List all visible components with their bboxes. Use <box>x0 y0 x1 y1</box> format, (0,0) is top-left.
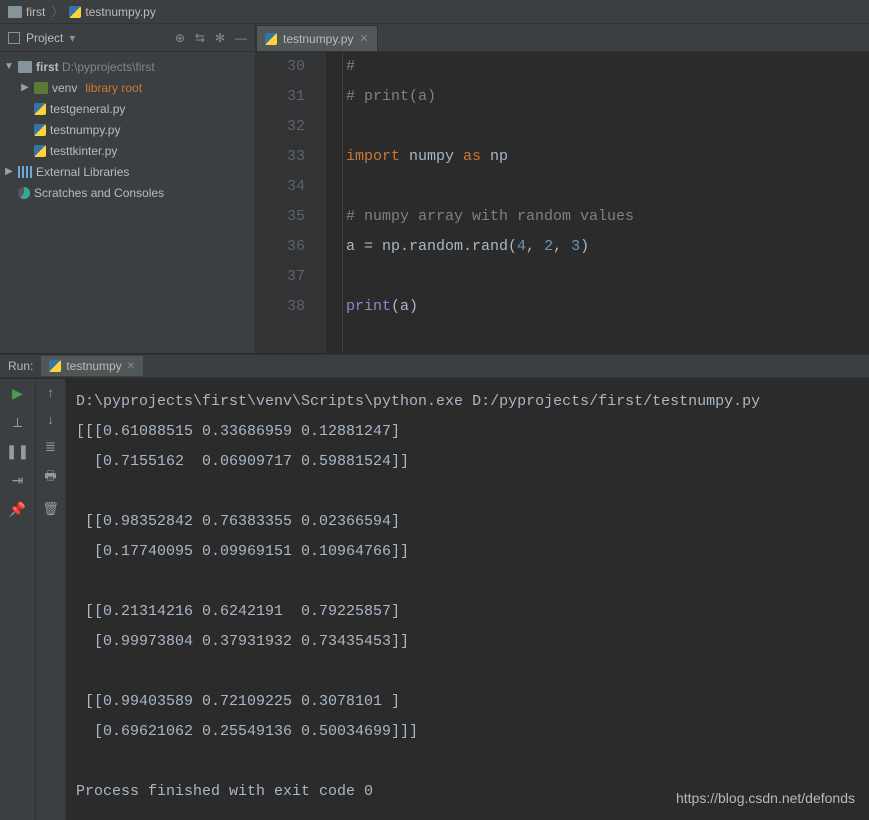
folder-icon <box>34 82 48 94</box>
pin-icon[interactable]: 📌 <box>9 501 26 518</box>
close-icon[interactable]: ✕ <box>359 32 368 45</box>
wrap-icon[interactable]: ≣ <box>45 439 56 455</box>
python-file-icon <box>34 103 46 115</box>
breadcrumb-root[interactable]: first <box>8 5 45 19</box>
python-file-icon <box>34 145 46 157</box>
editor-tabs: testnumpy.py ✕ <box>256 24 869 52</box>
tree-file[interactable]: testgeneral.py <box>0 98 255 119</box>
run-label: Run: <box>8 359 33 373</box>
python-file-icon <box>34 124 46 136</box>
python-file-icon <box>69 6 81 18</box>
project-tool-window: Project ▾ ⊕ ⇆ ✻ — ▼ first D:\pyprojects\… <box>0 24 256 353</box>
project-title: Project <box>26 31 63 45</box>
watermark: https://blog.csdn.net/defonds <box>676 790 855 806</box>
venv-tag: library root <box>85 81 142 95</box>
close-icon[interactable]: ✕ <box>127 361 135 372</box>
tree-venv[interactable]: ▶ venv library root <box>0 77 255 98</box>
code-content[interactable]: ## print(a)import numpy as np# numpy arr… <box>326 52 869 353</box>
tree-file[interactable]: testnumpy.py <box>0 119 255 140</box>
file-label: testnumpy.py <box>50 123 120 137</box>
run-panel-header: Run: testnumpy ✕ <box>0 354 869 378</box>
folder-icon <box>8 6 22 18</box>
tree-file[interactable]: testtkinter.py <box>0 140 255 161</box>
project-panel-header: Project ▾ ⊕ ⇆ ✻ — <box>0 24 255 52</box>
code-area[interactable]: 303132333435363738 ## print(a)import num… <box>256 52 869 353</box>
breadcrumb: first 〉 testnumpy.py <box>0 0 869 24</box>
venv-name: venv <box>52 81 77 95</box>
breadcrumb-file[interactable]: testnumpy.py <box>69 5 155 19</box>
breadcrumb-file-label: testnumpy.py <box>85 5 155 19</box>
run-toolbar-secondary: ↑ ↓ ≣ 🖶 🗑 <box>36 379 66 820</box>
caret-right-icon[interactable]: ▶ <box>4 166 14 177</box>
tab-label: testnumpy.py <box>283 32 353 46</box>
console-output[interactable]: D:\pyprojects\first\venv\Scripts\python.… <box>66 379 869 820</box>
editor-tab-active[interactable]: testnumpy.py ✕ <box>256 25 378 51</box>
trash-icon[interactable]: 🗑 <box>42 501 59 517</box>
print-icon[interactable]: 🖶 <box>44 467 56 489</box>
tree-external-libs[interactable]: ▶ External Libraries <box>0 161 255 182</box>
folder-icon <box>18 61 32 73</box>
locate-icon[interactable]: ⊕ <box>175 31 185 45</box>
settings-icon[interactable]: ✻ <box>215 31 225 45</box>
run-toolbar-primary: ▶ ⟂ ❚❚ ⇥ 📌 <box>0 379 36 820</box>
project-tree: ▼ first D:\pyprojects\first ▶ venv libra… <box>0 52 255 207</box>
external-label: External Libraries <box>36 165 129 179</box>
root-name: first <box>36 60 59 74</box>
breadcrumb-root-label: first <box>26 5 45 19</box>
tree-root[interactable]: ▼ first D:\pyprojects\first <box>0 56 255 77</box>
up-icon[interactable]: ↑ <box>47 385 54 400</box>
project-icon <box>8 32 20 44</box>
dropdown-icon[interactable]: ▾ <box>69 31 75 45</box>
pause-icon[interactable]: ❚❚ <box>6 443 29 460</box>
hide-icon[interactable]: — <box>235 31 247 45</box>
caret-right-icon[interactable]: ▶ <box>20 82 30 93</box>
python-file-icon <box>265 33 277 45</box>
run-tab[interactable]: testnumpy ✕ <box>41 356 143 376</box>
collapse-icon[interactable]: ⇆ <box>195 31 205 45</box>
rerun-icon[interactable]: ⟂ <box>13 414 22 431</box>
line-gutter: 303132333435363738 <box>256 52 326 353</box>
tree-scratches[interactable]: Scratches and Consoles <box>0 182 255 203</box>
scratches-label: Scratches and Consoles <box>34 186 164 200</box>
exit-icon[interactable]: ⇥ <box>12 472 24 489</box>
run-icon[interactable]: ▶ <box>12 385 23 402</box>
editor: testnumpy.py ✕ 303132333435363738 ## pri… <box>256 24 869 353</box>
file-label: testgeneral.py <box>50 102 125 116</box>
python-file-icon <box>49 360 61 372</box>
root-path: D:\pyprojects\first <box>62 60 155 74</box>
indent-guide <box>342 52 343 353</box>
scratches-icon <box>18 187 30 199</box>
file-label: testtkinter.py <box>50 144 117 158</box>
run-tool-window: ▶ ⟂ ❚❚ ⇥ 📌 ↑ ↓ ≣ 🖶 🗑 D:\pyprojects\first… <box>0 354 869 820</box>
run-tab-label: testnumpy <box>66 359 121 373</box>
caret-down-icon[interactable]: ▼ <box>4 61 14 72</box>
down-icon[interactable]: ↓ <box>47 412 54 427</box>
chevron-right-icon: 〉 <box>51 3 63 20</box>
libraries-icon <box>18 166 32 178</box>
